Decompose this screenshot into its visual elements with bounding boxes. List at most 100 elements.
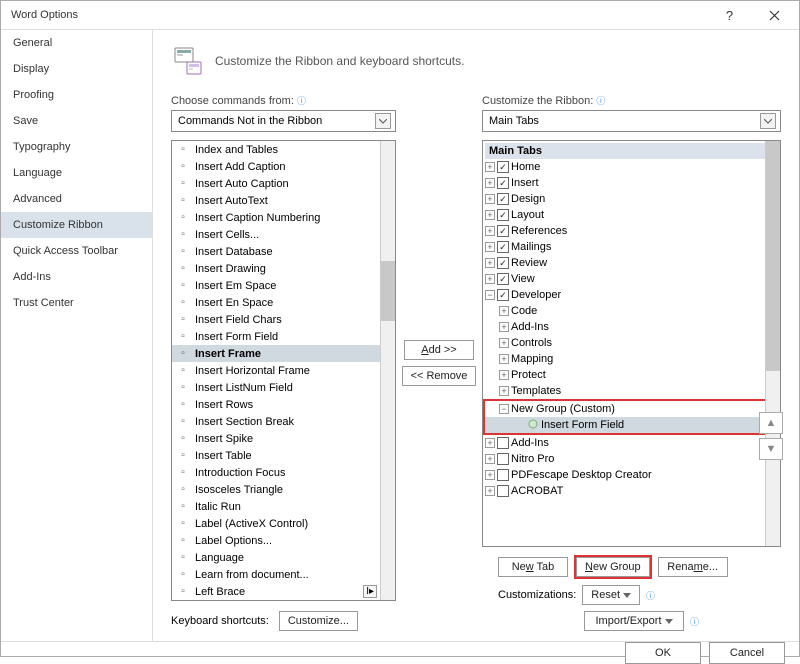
help-button[interactable]: ?	[707, 1, 752, 29]
command-item[interactable]: ▫Insert Caption Numbering	[172, 209, 395, 226]
checkbox[interactable]: ✓	[497, 177, 509, 189]
command-item[interactable]: ▫Label (ActiveX Control)	[172, 515, 395, 532]
expand-toggle[interactable]: −	[485, 290, 495, 300]
command-item[interactable]: ▫Insert Field Chars	[172, 311, 395, 328]
tree-row[interactable]: −✓Developer	[485, 287, 778, 303]
add-button[interactable]: Add >>	[404, 340, 474, 360]
command-item[interactable]: ▫Insert ListNum Field	[172, 379, 395, 396]
command-item[interactable]: ▫Introduction Focus	[172, 464, 395, 481]
scrollbar[interactable]	[380, 141, 395, 600]
tree-row[interactable]: +Protect	[485, 367, 778, 383]
cancel-button[interactable]: Cancel	[709, 642, 785, 664]
expand-toggle[interactable]: +	[485, 242, 495, 252]
command-item[interactable]: ▫Language	[172, 549, 395, 566]
command-item[interactable]: ▫Insert Cells...	[172, 226, 395, 243]
scrollbar[interactable]	[765, 141, 780, 546]
checkbox[interactable]: ✓	[497, 193, 509, 205]
tree-row[interactable]: +✓References	[485, 223, 778, 239]
checkbox[interactable]: ✓	[497, 257, 509, 269]
tree-row[interactable]: +PDFescape Desktop Creator	[485, 467, 778, 483]
tree-row[interactable]: +Controls	[485, 335, 778, 351]
close-button[interactable]	[752, 1, 797, 29]
expand-toggle[interactable]: +	[485, 226, 495, 236]
chevron-down-icon[interactable]	[375, 113, 391, 129]
expand-toggle[interactable]: +	[485, 470, 495, 480]
expand-toggle[interactable]: +	[485, 438, 495, 448]
checkbox[interactable]	[497, 453, 509, 465]
chevron-down-icon[interactable]	[760, 113, 776, 129]
checkbox[interactable]	[497, 469, 509, 481]
expand-toggle[interactable]: +	[499, 322, 509, 332]
tree-row[interactable]: +ACROBAT	[485, 483, 778, 499]
command-item[interactable]: ▫Insert Horizontal Frame	[172, 362, 395, 379]
expand-toggle[interactable]: +	[485, 258, 495, 268]
tree-row[interactable]: +✓Mailings	[485, 239, 778, 255]
expand-toggle[interactable]: +	[485, 162, 495, 172]
tree-row[interactable]: +✓Design	[485, 191, 778, 207]
tree-row[interactable]: +Code	[485, 303, 778, 319]
checkbox[interactable]: ✓	[497, 225, 509, 237]
tree-row[interactable]: +Templates	[485, 383, 778, 399]
move-up-button[interactable]: ▲	[759, 412, 783, 434]
sidebar-item-proofing[interactable]: Proofing	[1, 82, 152, 108]
tree-row[interactable]: +✓View	[485, 271, 778, 287]
ok-button[interactable]: OK	[625, 642, 701, 664]
command-item[interactable]: ▫Insert Em Space	[172, 277, 395, 294]
sidebar-item-typography[interactable]: Typography	[1, 134, 152, 160]
checkbox[interactable]: ✓	[497, 273, 509, 285]
sidebar-item-save[interactable]: Save	[1, 108, 152, 134]
command-item[interactable]: ▫Insert Auto Caption	[172, 175, 395, 192]
command-item[interactable]: ▫Insert Rows	[172, 396, 395, 413]
command-item[interactable]: ▫Insert Add Caption	[172, 158, 395, 175]
checkbox[interactable]	[497, 485, 509, 497]
tree-row[interactable]: +✓Review	[485, 255, 778, 271]
checkbox[interactable]: ✓	[497, 209, 509, 221]
sidebar-item-quick-access-toolbar[interactable]: Quick Access Toolbar	[1, 238, 152, 264]
tree-row[interactable]: +✓Insert	[485, 175, 778, 191]
commands-listbox[interactable]: ▫Index and Tables▫Insert Add Caption▫Ins…	[171, 140, 396, 601]
tree-row[interactable]: +Add-Ins	[485, 435, 778, 451]
expand-toggle[interactable]: +	[499, 306, 509, 316]
tree-row[interactable]: +Add-Ins	[485, 319, 778, 335]
command-item[interactable]: ▫Insert Section Break	[172, 413, 395, 430]
command-item[interactable]: ▫Insert Database	[172, 243, 395, 260]
checkbox[interactable]: ✓	[497, 289, 509, 301]
expand-toggle[interactable]: +	[499, 370, 509, 380]
tree-row[interactable]: +✓Home	[485, 159, 778, 175]
sidebar-item-language[interactable]: Language	[1, 160, 152, 186]
new-tab-button[interactable]: New Tab	[498, 557, 568, 577]
command-item[interactable]: ▫Insert Spike	[172, 430, 395, 447]
expand-toggle[interactable]: +	[485, 194, 495, 204]
customize-ribbon-combo[interactable]: Main Tabs	[482, 110, 781, 132]
choose-commands-combo[interactable]: Commands Not in the Ribbon	[171, 110, 396, 132]
help-icon[interactable]: ⓘ	[690, 615, 699, 628]
tree-row[interactable]: +Mapping	[485, 351, 778, 367]
checkbox[interactable]	[497, 437, 509, 449]
sidebar-item-customize-ribbon[interactable]: Customize Ribbon	[1, 212, 152, 238]
expand-toggle[interactable]: +	[485, 178, 495, 188]
reset-button[interactable]: Reset	[582, 585, 640, 605]
expand-toggle[interactable]: +	[485, 210, 495, 220]
tree-row[interactable]: −New Group (Custom)	[485, 401, 766, 417]
sidebar-item-display[interactable]: Display	[1, 56, 152, 82]
command-item[interactable]: ▫Isosceles Triangle	[172, 481, 395, 498]
ribbon-tree[interactable]: Main Tabs+✓Home+✓Insert+✓Design+✓Layout+…	[482, 140, 781, 547]
command-item[interactable]: ▫Learn from document...	[172, 566, 395, 583]
help-icon[interactable]: ⓘ	[646, 589, 655, 602]
expand-toggle[interactable]: +	[499, 354, 509, 364]
tree-row[interactable]: +Nitro Pro	[485, 451, 778, 467]
command-item[interactable]: ▫Insert Form Field	[172, 328, 395, 345]
import-export-button[interactable]: Import/Export	[584, 611, 684, 631]
command-item[interactable]: ▫Insert Frame	[172, 345, 395, 362]
command-item[interactable]: ▫Italic Run	[172, 498, 395, 515]
remove-button[interactable]: << Remove	[402, 366, 477, 386]
help-icon[interactable]: ⓘ	[297, 96, 306, 106]
tree-row[interactable]: +✓Layout	[485, 207, 778, 223]
command-item[interactable]: ▫Index and Tables	[172, 141, 395, 158]
expand-toggle[interactable]: +	[485, 486, 495, 496]
command-item[interactable]: ▫Left Brace	[172, 583, 395, 600]
expand-toggle[interactable]: +	[499, 386, 509, 396]
sidebar-item-advanced[interactable]: Advanced	[1, 186, 152, 212]
command-item[interactable]: ▫Insert Table	[172, 447, 395, 464]
command-item[interactable]: ▫Insert Drawing	[172, 260, 395, 277]
